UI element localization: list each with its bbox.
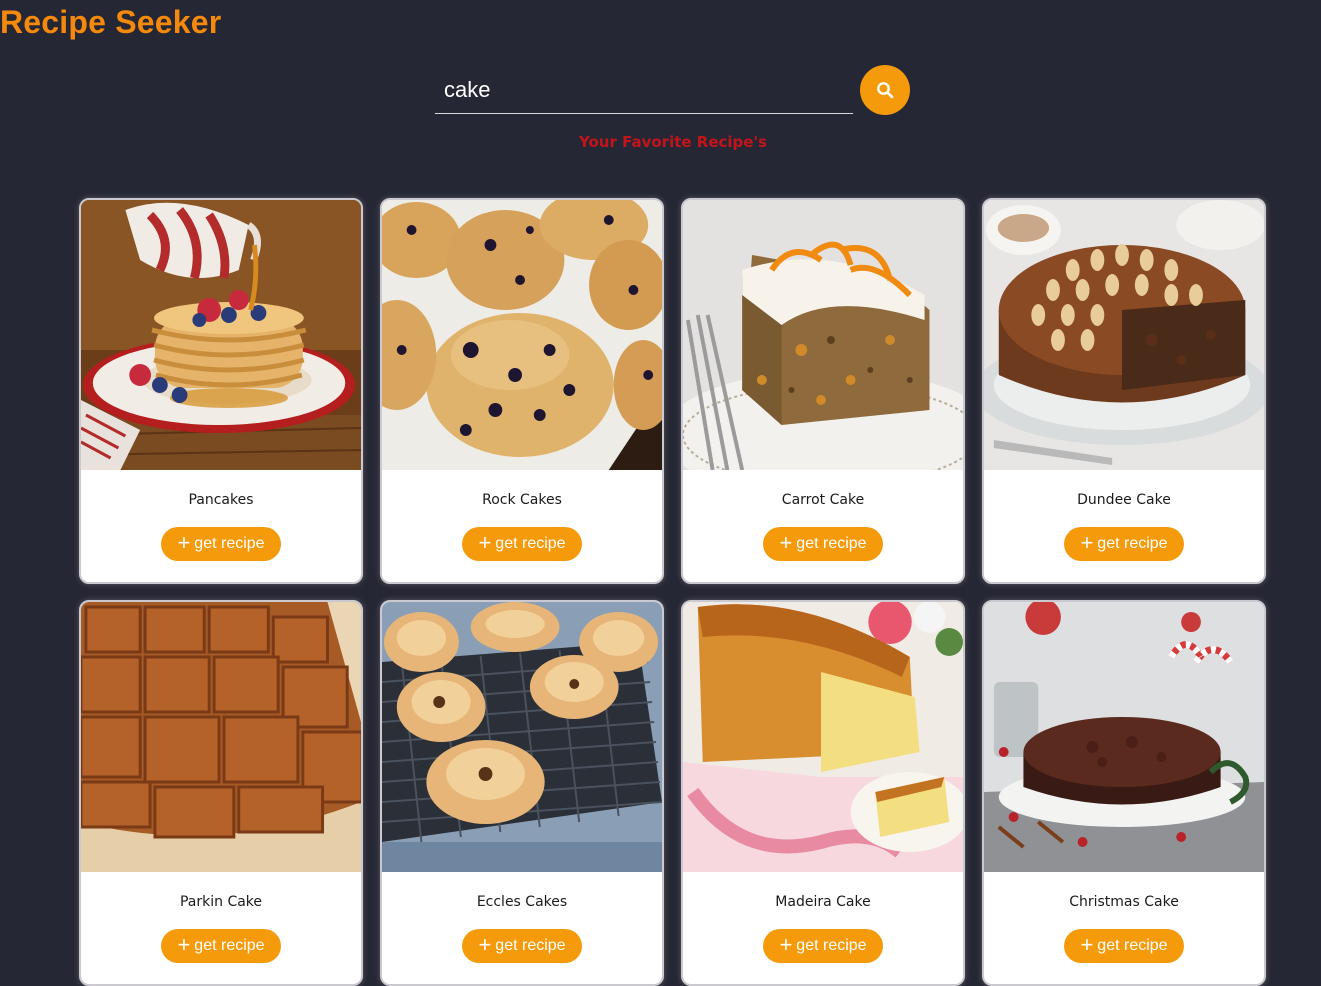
plus-icon: + bbox=[478, 932, 492, 957]
recipe-card: Rock Cakes + get recipe bbox=[380, 198, 664, 584]
recipe-card: Christmas Cake + get recipe bbox=[982, 600, 1266, 986]
recipe-name: Dundee Cake bbox=[1077, 492, 1171, 508]
recipe-card: Parkin Cake + get recipe bbox=[79, 600, 363, 986]
search-bar bbox=[435, 64, 911, 118]
dundee-cake-photo bbox=[984, 200, 1264, 470]
favorites-heading: Your Favorite Recipe's bbox=[579, 133, 767, 151]
pancakes-photo bbox=[81, 200, 361, 470]
get-recipe-button[interactable]: + get recipe bbox=[763, 929, 883, 963]
get-recipe-label: get recipe bbox=[796, 535, 867, 552]
plus-icon: + bbox=[177, 932, 191, 957]
plus-icon: + bbox=[177, 530, 191, 555]
get-recipe-button[interactable]: + get recipe bbox=[1064, 929, 1184, 963]
plus-icon: + bbox=[779, 530, 793, 555]
recipe-name: Carrot Cake bbox=[781, 492, 865, 508]
parkin-cake-photo bbox=[81, 602, 361, 872]
recipe-card: Dundee Cake + get recipe bbox=[982, 198, 1266, 584]
recipe-name: Parkin Cake bbox=[179, 894, 263, 910]
search-icon bbox=[877, 82, 894, 99]
recipe-card: Carrot Cake + get recipe bbox=[681, 198, 965, 584]
search-button[interactable] bbox=[860, 65, 910, 115]
madeira-cake-photo bbox=[683, 602, 963, 872]
plus-icon: + bbox=[478, 530, 492, 555]
plus-icon: + bbox=[1080, 530, 1094, 555]
recipe-card: Pancakes + get recipe bbox=[79, 198, 363, 584]
get-recipe-label: get recipe bbox=[796, 937, 867, 954]
plus-icon: + bbox=[1080, 932, 1094, 957]
recipe-grid: Pancakes + get recipe Rock Cakes + get r… bbox=[79, 198, 1269, 986]
recipe-name: Eccles Cakes bbox=[476, 894, 568, 910]
get-recipe-button[interactable]: + get recipe bbox=[763, 527, 883, 561]
get-recipe-label: get recipe bbox=[194, 535, 265, 552]
carrot-cake-photo bbox=[683, 200, 963, 470]
recipe-name: Christmas Cake bbox=[1069, 894, 1179, 910]
recipe-name: Rock Cakes bbox=[482, 492, 562, 508]
recipe-card: Eccles Cakes + get recipe bbox=[380, 600, 664, 986]
search-input[interactable] bbox=[435, 66, 853, 114]
get-recipe-button[interactable]: + get recipe bbox=[161, 527, 281, 561]
recipe-name: Madeira Cake bbox=[775, 894, 871, 910]
get-recipe-button[interactable]: + get recipe bbox=[462, 929, 582, 963]
get-recipe-label: get recipe bbox=[194, 937, 265, 954]
get-recipe-label: get recipe bbox=[495, 937, 566, 954]
rock-cakes-photo bbox=[382, 200, 662, 470]
get-recipe-label: get recipe bbox=[1097, 535, 1168, 552]
get-recipe-label: get recipe bbox=[1097, 937, 1168, 954]
app-title: Recipe Seeker bbox=[0, 4, 222, 40]
recipe-card: Madeira Cake + get recipe bbox=[681, 600, 965, 986]
christmas-cake-photo bbox=[984, 602, 1264, 872]
get-recipe-button[interactable]: + get recipe bbox=[161, 929, 281, 963]
eccles-cakes-photo bbox=[382, 602, 662, 872]
recipe-name: Pancakes bbox=[188, 492, 254, 508]
plus-icon: + bbox=[779, 932, 793, 957]
get-recipe-button[interactable]: + get recipe bbox=[1064, 527, 1184, 561]
get-recipe-button[interactable]: + get recipe bbox=[462, 527, 582, 561]
get-recipe-label: get recipe bbox=[495, 535, 566, 552]
